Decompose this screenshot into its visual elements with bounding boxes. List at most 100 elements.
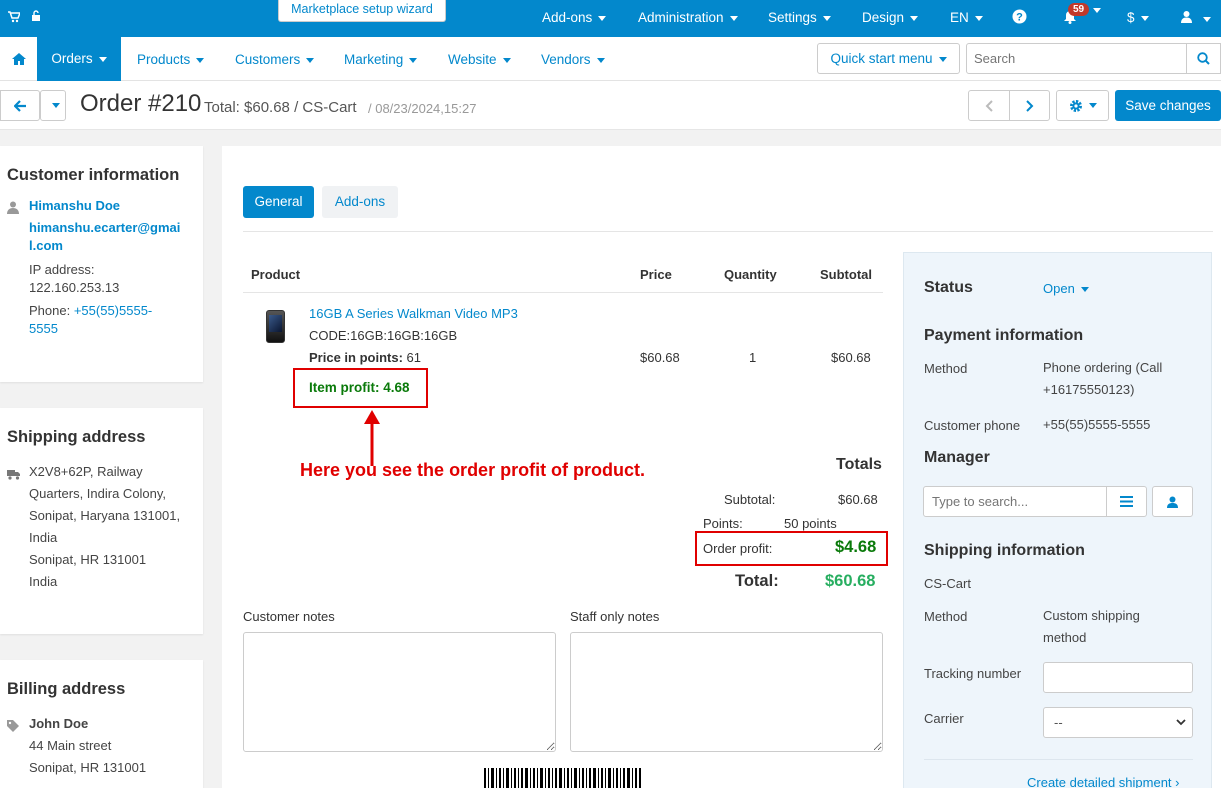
email-line-1: himanshu.ecarter@gmai (29, 220, 181, 235)
shipping-method-label: Method (924, 609, 968, 624)
shipping-address-card: Shipping address X2V8+62P, Railway Quart… (0, 408, 203, 634)
order-date: / 08/23/2024,15:27 (368, 101, 477, 116)
carrier-select-value: -- (1054, 715, 1063, 730)
tracking-number-input[interactable] (1043, 662, 1193, 693)
setup-wizard-button[interactable]: Marketplace setup wizard (278, 0, 446, 22)
back-dropdown[interactable] (40, 90, 66, 121)
next-order-button[interactable] (1009, 90, 1050, 121)
carrier-name: CS-Cart (924, 576, 971, 591)
ship-line-3: Sonipat, Haryana 131001, (29, 508, 181, 523)
lock-icon[interactable] (31, 10, 41, 25)
svg-text:?: ? (1016, 12, 1023, 24)
col-subtotal: Subtotal (820, 267, 872, 282)
help-icon[interactable]: ? (1012, 9, 1027, 27)
shipping-info-heading: Shipping information (924, 542, 1085, 559)
annotation-text: Here you see the order profit of product… (300, 460, 646, 480)
item-subtotal: $60.68 (831, 350, 871, 365)
nav-vendors[interactable]: Vendors (541, 52, 605, 67)
points-total-value: 50 points (784, 516, 837, 531)
customer-info-heading: Customer information (7, 166, 180, 184)
list-icon (1120, 496, 1133, 507)
cart-icon[interactable] (8, 11, 22, 26)
menu-settings[interactable]: Settings (768, 10, 831, 25)
customer-email-link[interactable]: himanshu.ecarter@gmai l.com (29, 220, 180, 253)
col-quantity: Quantity (724, 267, 777, 282)
customer-name-link[interactable]: Himanshu Doe (29, 198, 120, 213)
manager-user-button[interactable] (1152, 486, 1193, 517)
staff-notes-textarea[interactable] (570, 632, 883, 752)
title-bar: Order #210 Total: $60.68 / CS-Cart / 08/… (0, 81, 1221, 130)
item-profit-highlight: Item profit: 4.68 (293, 368, 428, 408)
manager-list-button[interactable] (1106, 486, 1147, 517)
customer-notes-textarea[interactable] (243, 632, 556, 752)
order-profit-label: Order profit: (703, 541, 773, 556)
nav-customers[interactable]: Customers (235, 52, 314, 67)
order-total: Total: $60.68 / CS-Cart (204, 99, 357, 116)
bill-line-2: Sonipat, HR 131001 (29, 760, 147, 775)
ship-line-5: Sonipat, HR 131001 (29, 552, 147, 567)
menu-language[interactable]: EN (950, 10, 983, 25)
phone-line-2: 5555 (29, 321, 58, 336)
notifications-caret[interactable] (1087, 8, 1101, 13)
order-status-panel: Status Open Payment information Method P… (903, 252, 1212, 788)
settings-dropdown[interactable] (1056, 90, 1109, 121)
nav-orders-label: Orders (51, 51, 93, 66)
tab-addons[interactable]: Add-ons (322, 186, 398, 218)
search-icon[interactable] (1186, 43, 1221, 74)
nav-marketing[interactable]: Marketing (344, 52, 417, 67)
manager-heading: Manager (924, 449, 990, 466)
quick-start-menu[interactable]: Quick start menu (817, 43, 960, 74)
manager-search-input[interactable] (923, 486, 1107, 517)
item-price: $60.68 (640, 350, 680, 365)
product-name-link[interactable]: 16GB A Series Walkman Video MP3 (309, 306, 518, 321)
truck-icon (7, 465, 21, 487)
menu-addons[interactable]: Add-ons (542, 10, 606, 25)
total-value: $60.68 (825, 572, 876, 590)
nav-orders[interactable]: Orders (37, 37, 121, 81)
staff-notes-label: Staff only notes (570, 609, 660, 624)
order-profit-value: $4.68 (835, 538, 877, 556)
person-icon (7, 199, 19, 221)
arrow-left-icon (13, 99, 26, 112)
home-icon[interactable] (0, 37, 37, 81)
menu-design[interactable]: Design (862, 10, 918, 25)
payment-method-line-1: Phone ordering (Call (1043, 360, 1163, 375)
nav-products[interactable]: Products (137, 52, 204, 67)
order-profit-highlight: Order profit: $4.68 (695, 531, 888, 566)
barcode-image (484, 768, 641, 788)
billing-address-heading: Billing address (7, 680, 126, 698)
create-shipment-link[interactable]: Create detailed shipment › (1027, 775, 1179, 788)
user-icon (1167, 496, 1178, 508)
search-input[interactable] (966, 43, 1187, 74)
carrier-select[interactable]: -- (1043, 707, 1193, 738)
order-details-panel: General Add-ons Product Price Quantity S… (222, 146, 1221, 788)
page-title: Order #210 (80, 90, 202, 117)
panel-divider (924, 759, 1193, 760)
phone-label: Phone: (29, 303, 71, 318)
gear-icon (1069, 99, 1082, 112)
nav-website[interactable]: Website (448, 52, 511, 67)
prev-order-button[interactable] (968, 90, 1010, 121)
table-divider (243, 292, 883, 293)
chevron-left-icon (985, 99, 993, 112)
chevron-down-icon (1176, 719, 1186, 726)
ship-line-6: India (29, 574, 58, 589)
payment-heading: Payment information (924, 327, 1084, 344)
menu-administration[interactable]: Administration (638, 10, 738, 25)
menu-currency[interactable]: $ (1127, 10, 1149, 25)
col-product: Product (251, 267, 301, 282)
chevron-right-icon (1025, 99, 1033, 112)
customer-notes-label: Customer notes (243, 609, 335, 624)
status-dropdown[interactable]: Open (1043, 278, 1089, 300)
subtotal-label: Subtotal: (724, 492, 776, 507)
tab-general[interactable]: General (243, 186, 314, 218)
save-changes-button[interactable]: Save changes (1115, 90, 1221, 121)
shipping-address-heading: Shipping address (7, 428, 146, 446)
col-price: Price (640, 267, 672, 282)
ship-line-1: X2V8+62P, Railway (29, 464, 143, 479)
product-code: CODE:16GB:16GB:16GB (309, 328, 458, 343)
product-thumbnail[interactable] (266, 310, 285, 343)
payment-method-line-2: +16175550123) (1043, 382, 1135, 397)
user-menu[interactable] (1180, 10, 1211, 26)
back-button[interactable] (0, 90, 40, 121)
